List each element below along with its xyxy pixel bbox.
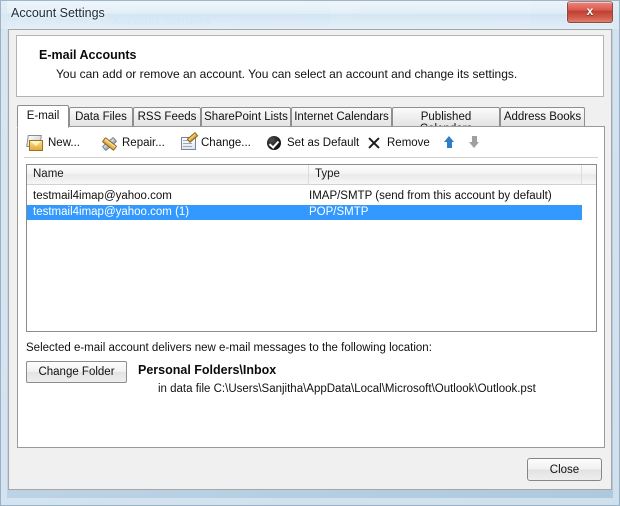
remove-x-icon	[366, 135, 383, 151]
new-account-icon	[26, 135, 44, 151]
accounts-list-header: Name Type	[27, 165, 596, 185]
table-row[interactable]: testmail4imap@yahoo.com (1) POP/SMTP	[27, 205, 596, 220]
move-down-button[interactable]	[466, 135, 482, 151]
change-folder-button[interactable]: Change Folder	[26, 361, 127, 383]
dialog-client-area: E-mail Accounts You can add or remove an…	[8, 29, 612, 490]
window-close-button[interactable]: x	[567, 1, 613, 23]
tab-address-books[interactable]: Address Books	[500, 107, 585, 127]
remove-account-button[interactable]: Remove	[366, 132, 430, 154]
page-description: You can add or remove an account. You ca…	[56, 67, 518, 81]
repair-account-label: Repair...	[122, 137, 165, 149]
tab-rss-feeds[interactable]: RSS Feeds	[133, 107, 201, 127]
tab-internet-calendars[interactable]: Internet Calendars	[291, 107, 392, 127]
column-header-extra[interactable]	[582, 165, 596, 184]
table-row[interactable]: testmail4imap@yahoo.com IMAP/SMTP (send …	[27, 189, 596, 204]
new-account-label: New...	[48, 137, 80, 149]
delivery-location-label: Selected e-mail account delivers new e-m…	[26, 342, 432, 354]
email-tab-panel: New... Repair... Change... Set as Defaul…	[17, 126, 605, 448]
account-type-cell: IMAP/SMTP (send from this account by def…	[309, 190, 552, 202]
window-title: Account Settings	[11, 6, 105, 20]
close-button[interactable]: Close	[527, 458, 602, 481]
toolbar-divider	[24, 157, 598, 158]
tab-published-calendars[interactable]: Published Calendars	[392, 107, 500, 135]
move-up-button[interactable]	[441, 135, 457, 151]
delivery-folder-path: in data file C:\Users\Sanjitha\AppData\L…	[158, 383, 536, 395]
repair-account-button[interactable]: Repair...	[101, 132, 165, 154]
change-pencil-icon	[180, 132, 199, 151]
repair-tools-icon	[101, 135, 118, 152]
accounts-toolbar: New... Repair... Change... Set as Defaul…	[23, 132, 599, 156]
column-header-type[interactable]: Type	[309, 165, 582, 184]
set-as-default-label: Set as Default	[287, 137, 360, 149]
account-settings-window: Account Settings x E-mail Accounts You c…	[0, 0, 620, 506]
title-bar[interactable]: Account Settings x	[0, 0, 620, 29]
account-type-cell: POP/SMTP	[309, 206, 369, 218]
change-account-button[interactable]: Change...	[180, 132, 251, 154]
remove-account-label: Remove	[387, 137, 430, 149]
page-title: E-mail Accounts	[39, 48, 137, 62]
tab-strip: Data Files RSS Feeds SharePoint Lists In…	[17, 105, 603, 135]
delivery-folder-name: Personal Folders\Inbox	[138, 363, 277, 377]
set-default-check-icon	[266, 135, 283, 151]
window-close-icon: x	[586, 4, 594, 18]
column-header-name[interactable]: Name	[27, 165, 309, 184]
dialog-footer: Close	[9, 449, 611, 489]
tab-email[interactable]: E-mail	[17, 105, 69, 128]
change-account-label: Change...	[201, 137, 251, 149]
accounts-list[interactable]: Name Type testmail4imap@yahoo.com IMAP/S…	[26, 164, 597, 332]
desktop-background: Account Settings Account Settings x E-ma…	[0, 0, 620, 506]
account-name-cell: testmail4imap@yahoo.com	[33, 190, 172, 202]
set-as-default-button[interactable]: Set as Default	[266, 132, 359, 154]
tab-data-files[interactable]: Data Files	[69, 107, 133, 127]
tab-sharepoint-lists[interactable]: SharePoint Lists	[201, 107, 291, 127]
new-account-button[interactable]: New...	[26, 132, 80, 154]
account-name-cell: testmail4imap@yahoo.com (1)	[33, 206, 190, 218]
header-banner: E-mail Accounts You can add or remove an…	[16, 35, 604, 97]
